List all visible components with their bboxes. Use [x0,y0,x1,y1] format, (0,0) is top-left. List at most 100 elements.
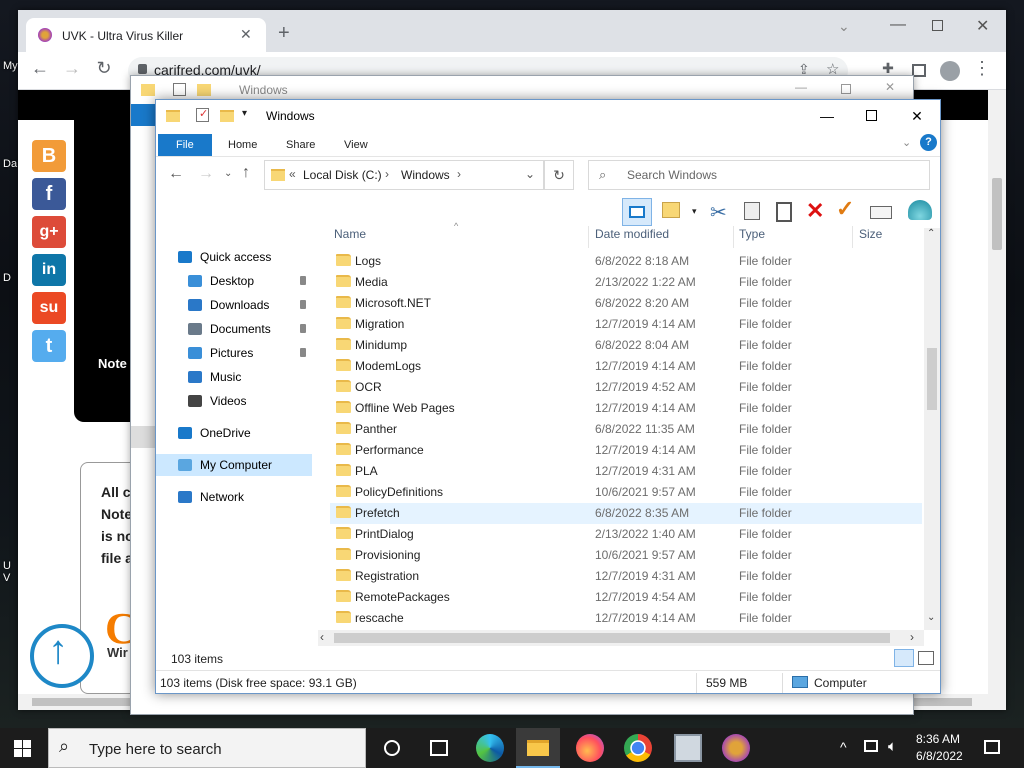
windows-start-icon[interactable] [14,740,31,757]
address-dropdown-icon[interactable]: ⌄ [525,167,535,181]
nav-item-onedrive[interactable]: OneDrive [156,422,316,444]
page-scrollbar[interactable] [988,90,1006,710]
preview-pane-button[interactable] [622,198,652,226]
file-row[interactable]: PolicyDefinitions 10/6/2021 9:57 AM File f… [330,482,922,503]
browser-menu-icon[interactable]: ⋮ [968,58,996,79]
file-row[interactable]: OCR 12/7/2019 4:52 AM File folder [330,377,922,398]
file-row[interactable]: Registration 12/7/2019 4:31 AM File folder [330,566,922,587]
maximize-icon[interactable] [848,100,894,132]
up-folder-icon[interactable]: ↑ [242,164,250,182]
scroll-left-icon[interactable]: ‹ [320,630,324,644]
breadcrumb-chevron-icon[interactable]: › [385,167,389,181]
cut-icon[interactable]: ✂ [710,200,727,225]
blogger-share-icon[interactable]: B [32,140,66,172]
nav-item-quick-access[interactable]: Quick access [156,246,316,268]
cortana-icon[interactable] [384,740,400,756]
breadcrumb-windows[interactable]: Windows [401,168,450,182]
breadcrumb-local-disk[interactable]: Local Disk (C:) [303,168,382,182]
pin-icon[interactable] [300,348,306,357]
pin-icon[interactable] [300,276,306,285]
task-view-icon[interactable] [430,740,448,756]
file-row[interactable]: Microsoft.NET 6/8/2022 8:20 AM File folder [330,293,922,314]
expand-ribbon-icon[interactable]: ⌄ [902,136,911,149]
new-tab-icon[interactable]: + [278,22,290,45]
chrome-icon[interactable] [624,734,652,762]
file-list-scrollbar[interactable]: ⌃ ⌄ [924,228,940,630]
browser-close-icon[interactable]: ✕ [976,16,989,36]
edge-icon[interactable] [476,734,504,762]
remote-desktop-icon[interactable] [674,734,702,762]
column-header-type[interactable]: Type [739,227,765,241]
pin-icon[interactable] [300,300,306,309]
taskbar-search-box[interactable]: ⌕ Type here to search [48,728,366,768]
recent-locations-icon[interactable]: ⌄ [224,168,232,179]
nav-item-videos[interactable]: Videos [156,390,316,412]
breadcrumb-chevron-icon[interactable]: › [457,167,461,181]
nav-item-network[interactable]: Network [156,486,316,508]
delete-icon[interactable]: ✕ [806,198,824,224]
nav-item-desktop[interactable]: Desktop [156,270,316,292]
close-icon[interactable]: ✕ [894,100,940,132]
scroll-down-icon[interactable]: ⌄ [927,612,935,623]
desktop-icon-label[interactable]: V [3,572,10,584]
file-row[interactable]: Media 2/13/2022 1:22 AM File folder [330,272,922,293]
back-ribbon-file[interactable] [131,104,157,126]
file-row[interactable]: Prefetch 6/8/2022 8:35 AM File folder [330,503,922,524]
file-row[interactable]: PLA 12/7/2019 4:31 AM File folder [330,461,922,482]
search-box[interactable]: ⌕ Search Windows [588,160,930,190]
profile-avatar-icon[interactable] [940,61,960,81]
new-folder-icon[interactable] [197,84,211,96]
scroll-up-icon[interactable]: ⌃ [927,228,935,239]
back-window-minimize-icon[interactable]: — [795,80,807,94]
nav-forward-icon[interactable]: → [198,165,214,183]
address-overflow-icon[interactable]: « [289,167,296,181]
desktop-icon-label[interactable]: Da [3,158,17,170]
large-icons-view-icon[interactable] [918,651,934,665]
properties-dialog-icon[interactable] [870,206,892,219]
notifications-icon[interactable] [984,740,1000,754]
shell-icon[interactable] [908,200,932,220]
nav-item-pictures[interactable]: Pictures [156,342,316,364]
side-panel-icon[interactable] [912,64,926,77]
column-header-name[interactable]: Name [334,227,366,241]
facebook-share-icon[interactable]: f [32,178,66,210]
uvk-taskbar-icon[interactable] [722,734,750,762]
file-list-scroll-thumb[interactable] [927,348,937,410]
ribbon-tab-home[interactable]: Home [216,134,269,156]
column-header-size[interactable]: Size [859,227,882,241]
minimize-icon[interactable]: — [804,100,850,132]
file-row[interactable]: Offline Web Pages 12/7/2019 4:14 AM File f… [330,398,922,419]
desktop-icon-label[interactable]: My [3,60,18,72]
file-row[interactable]: Minidump 6/8/2022 8:04 AM File folder [330,335,922,356]
back-window-close-icon[interactable]: ✕ [885,80,895,94]
ribbon-tab-share[interactable]: Share [274,134,327,156]
scroll-to-top-button[interactable]: ↑ [30,624,94,688]
file-row[interactable]: Performance 12/7/2019 4:14 AM File folder [330,440,922,461]
tab-search-icon[interactable]: ⌄ [838,18,850,35]
file-list-hscroll-thumb[interactable] [334,633,890,643]
scroll-right-icon[interactable]: › [910,630,914,644]
clock-time[interactable]: 8:36 AM [916,732,960,746]
network-icon[interactable] [864,740,878,752]
forward-arrow-icon[interactable]: → [58,58,86,79]
nav-back-icon[interactable]: ← [168,165,184,183]
back-window-maximize-icon[interactable] [841,84,851,94]
stumbleupon-share-icon[interactable]: su [32,292,66,324]
reload-icon[interactable]: ↻ [90,58,118,79]
file-row[interactable]: Logs 6/8/2022 8:18 AM File folder [330,251,922,272]
file-row[interactable]: ModemLogs 12/7/2019 4:14 AM File folder [330,356,922,377]
linkedin-share-icon[interactable]: in [32,254,66,286]
browser-tab[interactable]: UVK - Ultra Virus Killer ✕ [26,18,266,52]
refresh-icon[interactable]: ↻ [544,160,574,190]
browser-maximize-icon[interactable] [932,20,943,31]
nav-item-my-computer[interactable]: My Computer [156,454,312,476]
ribbon-tab-view[interactable]: View [332,134,380,156]
show-hidden-icons-icon[interactable]: ^ [840,739,847,755]
nav-item-music[interactable]: Music [156,366,316,388]
browser-minimize-icon[interactable]: — [890,16,906,34]
twitter-share-icon[interactable]: t [32,330,66,362]
file-list-hscrollbar[interactable]: ‹ › [318,630,924,646]
volume-icon[interactable]: 🔈︎ [888,738,897,755]
file-row[interactable]: PrintDialog 2/13/2022 1:40 AM File folder [330,524,922,545]
column-header-date[interactable]: Date modified [595,227,669,241]
